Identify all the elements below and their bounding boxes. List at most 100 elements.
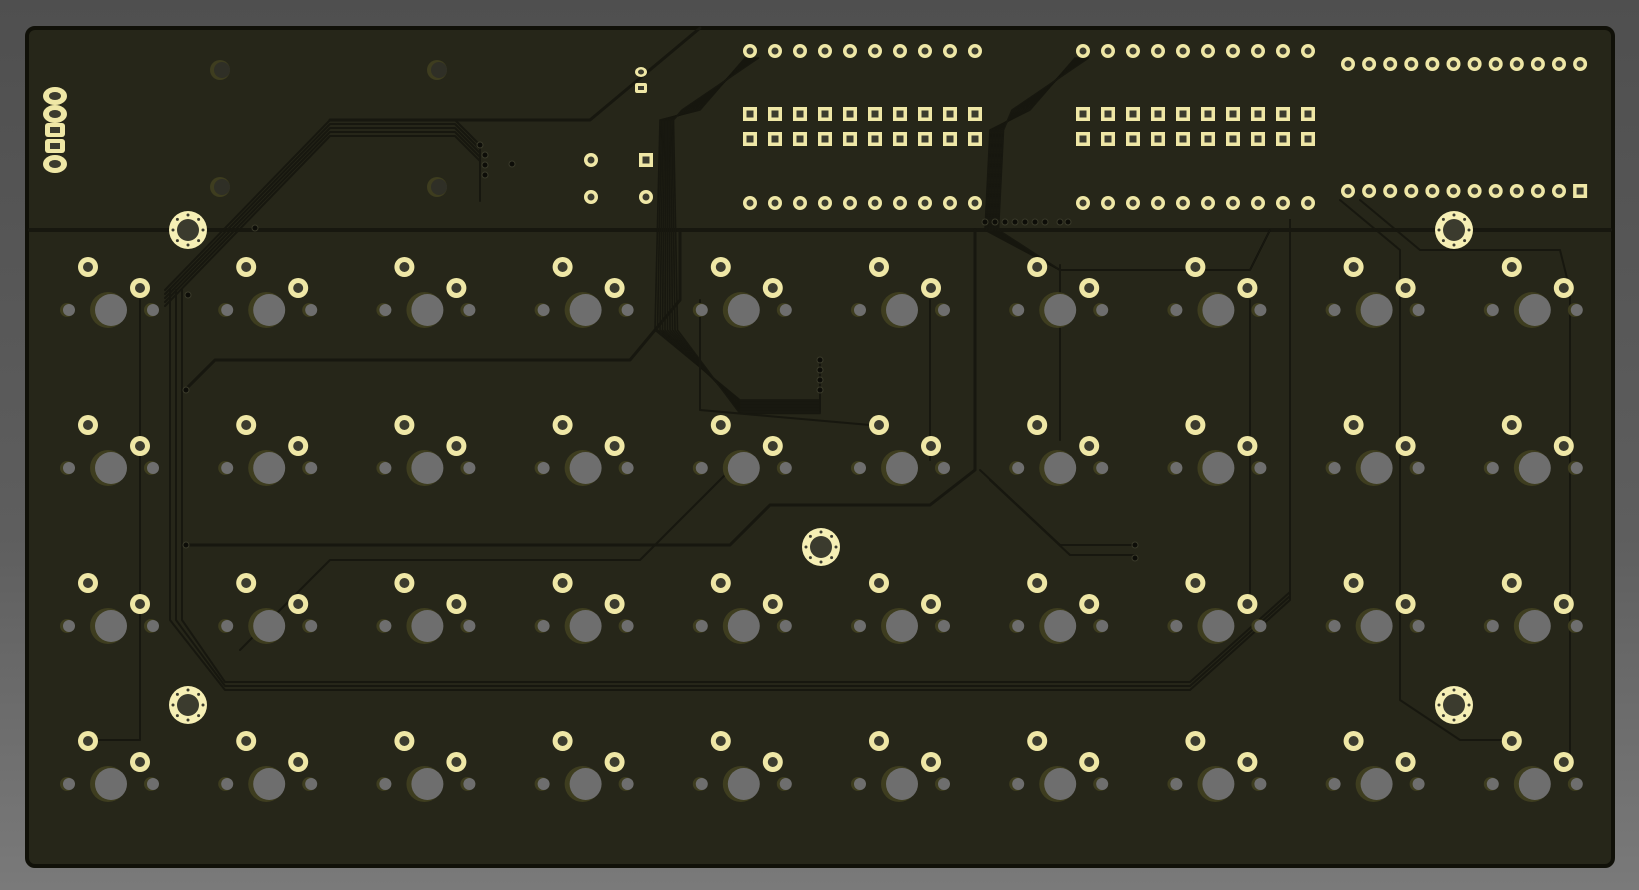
header-pin-square-drill: [1279, 110, 1287, 118]
switch-center-hole: [1360, 610, 1393, 642]
switch-center-hole: [1518, 768, 1551, 800]
switch-pad-drill: [83, 578, 93, 588]
switch-pad-drill: [1032, 736, 1043, 746]
edge-connector-drill: [49, 110, 61, 118]
switch-pad-drill: [1242, 757, 1253, 767]
switch-pad-drill: [1242, 283, 1253, 293]
header-pin-drill: [821, 199, 829, 207]
header-pin-square-drill: [871, 110, 879, 118]
right-header-pin-drill: [1513, 60, 1521, 68]
via: [1031, 218, 1039, 226]
board-outline: [25, 26, 1615, 868]
switch-center-hole: [1360, 452, 1393, 484]
switch-side-hole: [1412, 620, 1425, 632]
right-header-pin-drill: [1555, 187, 1563, 195]
switch-pad-drill: [451, 757, 462, 767]
header-pin-square-drill: [1254, 110, 1262, 118]
via: [481, 161, 489, 169]
switch-center-hole: [411, 294, 444, 326]
header-pin-square-drill: [1154, 135, 1162, 143]
switch-pad-drill: [1032, 578, 1043, 588]
switch-center-hole: [253, 452, 286, 484]
switch-pad-drill: [874, 262, 884, 272]
switch-center-hole: [727, 768, 760, 800]
switch-side-hole: [1096, 304, 1109, 316]
via: [481, 151, 489, 159]
switch-side-hole: [1170, 304, 1183, 316]
switch-center-hole: [95, 294, 127, 326]
switch-pad-drill: [241, 262, 252, 272]
switch-pad-drill: [293, 757, 304, 767]
switch-side-hole: [1254, 620, 1267, 632]
header-pin-drill: [821, 47, 829, 55]
right-header-pin-drill: [1365, 187, 1373, 195]
switch-center-hole: [1518, 294, 1551, 326]
switch-pad-drill: [399, 420, 410, 430]
switch-pad-drill: [926, 599, 936, 609]
switch-side-hole: [1328, 462, 1341, 474]
header-pin-square-drill: [796, 110, 804, 118]
edge-connector-drill: [50, 143, 60, 149]
mounting-hole-via: [186, 718, 190, 722]
switch-side-hole: [621, 778, 634, 790]
switch-pad-drill: [1242, 599, 1253, 609]
switch-side-hole: [1412, 462, 1425, 474]
switch-center-hole: [1518, 452, 1551, 484]
header-pin-square-drill: [821, 135, 829, 143]
switch-center-hole: [1044, 452, 1077, 484]
switch-pad-drill: [241, 578, 252, 588]
switch-pad-drill: [1400, 441, 1411, 451]
switch-pad-drill: [135, 441, 145, 451]
switch-pad-drill: [1558, 283, 1569, 293]
switch-side-hole: [1486, 620, 1499, 632]
switch-pad-drill: [451, 599, 462, 609]
header-pin-square-drill: [771, 135, 779, 143]
mounting-hole-via: [819, 530, 823, 534]
switch-pad-drill: [874, 736, 884, 746]
header-pin-drill: [1129, 199, 1137, 207]
switch-side-hole: [854, 778, 866, 790]
right-header-pin-drill: [1534, 187, 1542, 195]
header-pin-square-drill: [971, 135, 979, 143]
switch-center-hole: [253, 768, 286, 800]
switch-side-hole: [1412, 304, 1425, 316]
switch-pad-drill: [767, 283, 778, 293]
switch-pad-drill: [451, 283, 462, 293]
switch-pad-drill: [83, 262, 93, 272]
mounting-hole-via: [830, 556, 834, 560]
header-pin-drill: [1229, 199, 1237, 207]
header-pin-square-drill: [1204, 110, 1212, 118]
switch-pad-drill: [1190, 578, 1201, 588]
switch-center-hole: [727, 610, 760, 642]
switch-pad-drill: [293, 441, 304, 451]
edge-connector-drill: [50, 127, 60, 133]
npth-hole: [431, 62, 447, 78]
switch-center-hole: [253, 294, 286, 326]
header-pin-drill: [1154, 47, 1162, 55]
header-pin-drill: [846, 47, 854, 55]
header-pin-drill: [846, 199, 854, 207]
header-pin-square-drill: [921, 135, 929, 143]
switch-pad-drill: [241, 736, 252, 746]
header-pin-square-drill: [1129, 110, 1137, 118]
switch-side-hole: [695, 462, 708, 474]
switch-side-hole: [305, 304, 318, 316]
switch-pad-drill: [1400, 757, 1411, 767]
header-pin-drill: [896, 199, 904, 207]
switch-center-hole: [727, 452, 760, 484]
switch-side-hole: [1012, 778, 1025, 790]
switch-side-hole: [1486, 462, 1499, 474]
switch-pad-drill: [399, 736, 410, 746]
via: [1131, 541, 1139, 549]
switch-pad-drill: [1558, 599, 1569, 609]
switch-pad-drill: [1506, 420, 1517, 430]
via: [182, 541, 190, 549]
header-pin-square-drill: [821, 110, 829, 118]
header-pin-drill: [746, 199, 754, 207]
switch-center-hole: [1202, 452, 1235, 484]
header-pin-square-drill: [896, 135, 904, 143]
switch-side-hole: [621, 620, 634, 632]
switch-side-hole: [63, 304, 75, 316]
switch-pad-drill: [715, 262, 726, 272]
switch-side-hole: [779, 620, 792, 632]
